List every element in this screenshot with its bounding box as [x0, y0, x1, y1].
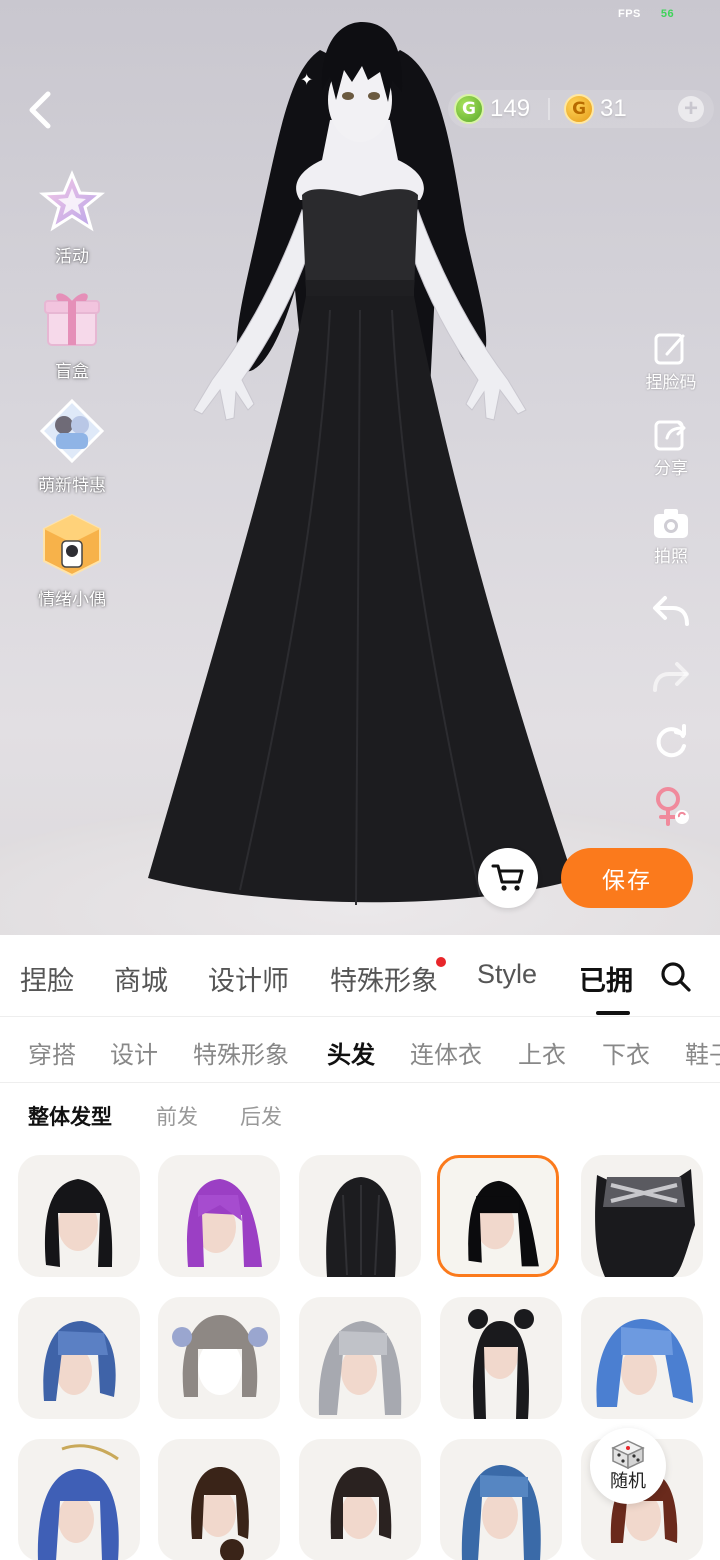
hair-item[interactable] [299, 1297, 421, 1419]
photo-button[interactable]: 拍照 [636, 506, 706, 567]
green-coin-balance: G 149 [454, 94, 530, 124]
category-front-hair[interactable]: 前发 [156, 1101, 198, 1131]
notification-dot [436, 957, 446, 967]
subtab-hair[interactable]: 头发 [327, 1035, 375, 1070]
gender-switch-icon [656, 787, 689, 826]
hair-item[interactable] [440, 1439, 562, 1560]
hair-item[interactable] [18, 1155, 140, 1277]
share-button[interactable]: 分享 [636, 416, 706, 479]
hair-item[interactable] [581, 1297, 703, 1419]
currency-divider [548, 98, 551, 120]
hair-item[interactable] [581, 1155, 703, 1277]
undo-button[interactable] [636, 592, 706, 628]
gender-switch-button[interactable] [636, 786, 706, 826]
random-button[interactable]: 随机 [590, 1428, 666, 1504]
hair-item[interactable] [158, 1297, 280, 1419]
reset-icon [656, 724, 686, 758]
face-code-icon [654, 333, 685, 365]
dice-icon [611, 1440, 645, 1469]
hair-item-selected[interactable] [437, 1155, 559, 1277]
fps-counter: FPS 56 [618, 8, 675, 20]
green-coin-icon: G [454, 94, 484, 124]
tab-special-image[interactable]: 特殊形象 [330, 959, 438, 998]
subtab-jumpsuit[interactable]: 连体衣 [410, 1035, 482, 1070]
add-currency-button[interactable]: + [678, 96, 704, 122]
newbie-pack-icon [39, 398, 105, 464]
subtab-shoes[interactable]: 鞋子 [685, 1035, 720, 1070]
star-event-icon [39, 170, 105, 232]
avatar-model[interactable] [130, 10, 610, 910]
hair-item[interactable] [440, 1297, 562, 1419]
category-back-hair[interactable]: 后发 [240, 1101, 282, 1131]
main-tab-bar: 捏脸 商城 设计师 特殊形象 Style 已拥 [0, 935, 720, 1017]
avatar-stage[interactable]: FPS 56 ✦ G 149 G 31 + 活动 盲盒 萌新特惠 情绪小偶 捏脸… [0, 0, 720, 935]
sub-tab-bar: 穿搭 设计 特殊形象 头发 连体衣 上衣 下衣 鞋子 [0, 1017, 720, 1083]
category-full-hairstyle[interactable]: 整体发型 [28, 1101, 112, 1131]
subtab-outfit[interactable]: 穿搭 [28, 1035, 76, 1070]
subtab-tops[interactable]: 上衣 [518, 1035, 566, 1070]
hair-item[interactable] [18, 1297, 140, 1419]
tab-owned[interactable]: 已拥 [579, 959, 633, 998]
hair-item[interactable] [299, 1439, 421, 1560]
menu-item-emotion-doll[interactable]: 情绪小偶 [22, 511, 122, 611]
reset-button[interactable] [636, 722, 706, 760]
menu-item-newbie-deal[interactable]: 萌新特惠 [22, 397, 122, 497]
subtab-bottoms[interactable]: 下衣 [602, 1035, 650, 1070]
subtab-special-image[interactable]: 特殊形象 [193, 1035, 289, 1070]
chevron-left-icon [29, 91, 51, 129]
back-button[interactable] [22, 90, 62, 130]
hair-category-tabs: 整体发型 前发 后发 [0, 1083, 720, 1145]
menu-item-activity[interactable]: 活动 [22, 168, 122, 268]
tab-shop[interactable]: 商城 [114, 959, 168, 998]
subtab-design[interactable]: 设计 [110, 1035, 158, 1070]
undo-icon [653, 596, 689, 626]
hair-item[interactable] [18, 1439, 140, 1560]
save-button[interactable]: 保存 [561, 848, 693, 908]
search-icon[interactable] [660, 961, 692, 993]
doll-box-icon [43, 513, 101, 577]
gold-coin-icon: G [564, 94, 595, 124]
menu-item-blind-box[interactable]: 盲盒 [22, 283, 122, 383]
camera-icon [654, 509, 688, 538]
gift-box-icon [44, 293, 100, 346]
tab-face[interactable]: 捏脸 [20, 959, 74, 998]
redo-icon [653, 662, 689, 692]
currency-bar: G 149 G 31 + [448, 90, 714, 128]
shopping-cart-icon [491, 864, 524, 891]
hair-item[interactable] [299, 1155, 421, 1277]
share-icon [654, 420, 686, 451]
hair-item[interactable] [158, 1439, 280, 1560]
face-code-button[interactable]: 捏脸码 [636, 330, 706, 393]
sparkle-icon: ✦ [300, 72, 314, 89]
cart-button[interactable] [478, 848, 538, 908]
active-tab-indicator [596, 1011, 630, 1015]
redo-button[interactable] [636, 658, 706, 694]
gold-coin-balance: G 31 [564, 94, 627, 124]
tab-style[interactable]: Style [477, 959, 537, 990]
tab-designer[interactable]: 设计师 [208, 959, 289, 998]
hair-item[interactable] [158, 1155, 280, 1277]
